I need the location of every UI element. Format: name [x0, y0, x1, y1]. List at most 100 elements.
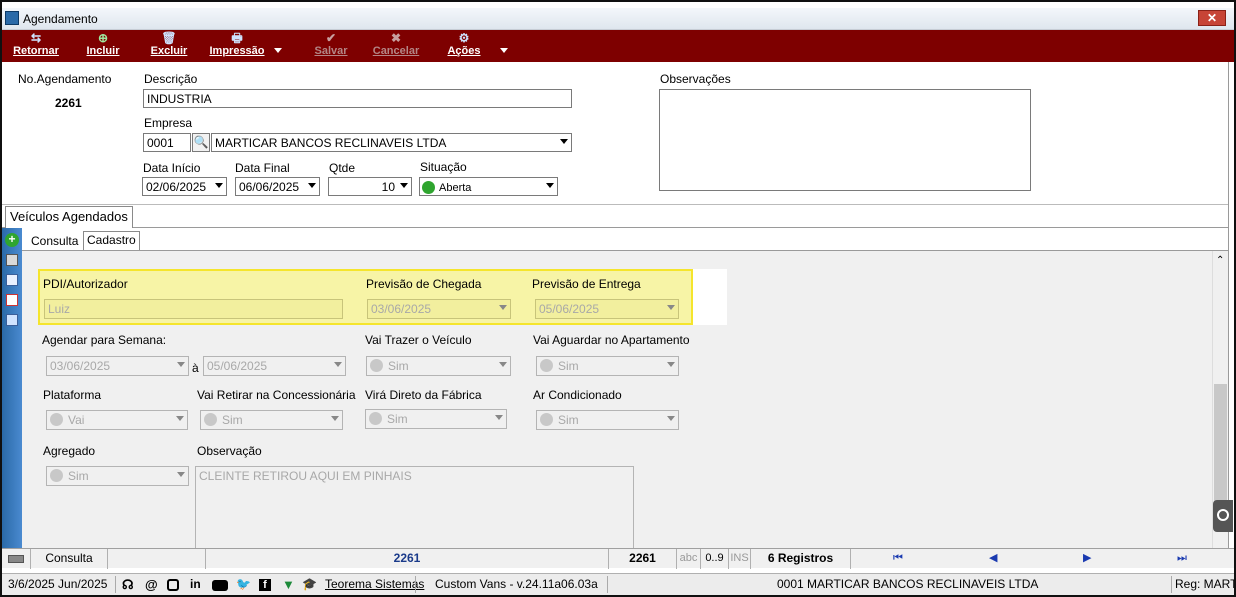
radio-icon	[50, 413, 63, 426]
observacoes-textarea[interactable]	[659, 89, 1031, 191]
add-icon[interactable]: +	[5, 233, 19, 247]
radio-icon	[204, 413, 217, 426]
prev-chegada-label: Previsão de Chegada	[366, 277, 482, 291]
agendar-to-input[interactable]: 05/06/2025	[203, 356, 346, 376]
acoes-dropdown-icon[interactable]	[500, 48, 508, 53]
headset-icon[interactable]: ☊	[122, 577, 134, 593]
ar-select[interactable]: Sim	[536, 410, 679, 430]
data-final-input[interactable]: 06/06/2025	[235, 177, 320, 196]
trazer-select[interactable]: Sim	[366, 356, 511, 376]
chevron-down-icon	[667, 416, 675, 421]
impressao-button[interactable]: 🖶 Impressão	[206, 30, 268, 62]
status-digits: 0..9	[700, 549, 728, 569]
grid-icon[interactable]	[6, 294, 18, 306]
no-agendamento-value: 2261	[55, 96, 82, 110]
window-title: Agendamento	[23, 12, 98, 26]
linkedin-icon[interactable]: in	[190, 577, 201, 591]
fabrica-text: Sim	[387, 412, 408, 426]
prev-entrega-label: Previsão de Entrega	[532, 277, 641, 291]
ar-text: Sim	[558, 413, 579, 427]
edit-icon[interactable]	[6, 274, 18, 286]
agendar-to-text: 05/06/2025	[207, 359, 268, 373]
graduation-cap-icon: 🎓	[302, 577, 317, 591]
tab-line	[2, 227, 1229, 228]
nav-group: ⏮ ◀ ▶ ⏭	[850, 549, 1234, 569]
at-icon[interactable]: @	[145, 577, 158, 592]
reg-text: Reg: MARTI	[1175, 577, 1236, 591]
keyboard-icon[interactable]	[2, 549, 30, 569]
trazer-text: Sim	[388, 359, 409, 373]
agregado-label: Agregado	[43, 444, 96, 458]
gear-icon: ⚙	[458, 31, 470, 45]
chevron-down-icon	[177, 362, 185, 367]
bottom-bar: 3/6/2025 Jun/2025 ☊ @ in 🐦 f ▼ 🎓 Teorema…	[2, 573, 1236, 595]
empresa-name-select[interactable]: MARTICAR BANCOS RECLINAVEIS LTDA	[211, 133, 572, 152]
cancelar-label: Cancelar	[372, 45, 420, 57]
data-inicio-input[interactable]: 02/06/2025	[142, 177, 227, 196]
teorema-logo-icon: ▼	[282, 577, 295, 592]
teorema-link[interactable]: Teorema Sistemas	[325, 577, 424, 591]
acoes-button[interactable]: ⚙ Ações	[444, 30, 484, 62]
incluir-label: Incluir	[86, 45, 120, 57]
no-agendamento-label: No.Agendamento	[18, 72, 112, 86]
fabrica-select[interactable]: Sim	[365, 409, 507, 429]
excluir-label: Excluir	[150, 45, 188, 57]
situacao-select[interactable]: Aberta	[419, 177, 558, 196]
search-icon[interactable]: 🔍	[192, 133, 210, 152]
qtde-input[interactable]: 10	[328, 177, 412, 196]
retornar-button[interactable]: ⇆ Retornar	[10, 30, 62, 62]
prev-chegada-input[interactable]: 03/06/2025	[367, 299, 511, 319]
instagram-icon[interactable]	[167, 579, 179, 591]
retornar-label: Retornar	[13, 45, 59, 57]
youtube-icon[interactable]	[212, 580, 228, 591]
acoes-label: Ações	[447, 45, 481, 57]
retirar-select[interactable]: Sim	[200, 410, 343, 430]
side-handle[interactable]	[1213, 500, 1233, 532]
next-record-icon[interactable]: ▶	[1083, 549, 1091, 568]
empresa-code-input[interactable]: 0001	[143, 133, 191, 152]
version-text: Custom Vans - v.24.11a06.03a	[435, 577, 598, 591]
close-button[interactable]: ✕	[1198, 10, 1226, 26]
agendar-label: Agendar para Semana:	[42, 333, 167, 347]
agregado-select[interactable]: Sim	[46, 466, 189, 486]
prev-entrega-input[interactable]: 05/06/2025	[535, 299, 679, 319]
first-record-icon[interactable]: ⏮	[893, 549, 903, 568]
data-inicio-text: 02/06/2025	[146, 180, 207, 194]
cancelar-button[interactable]: ✖ Cancelar	[370, 30, 422, 62]
agendar-from-input[interactable]: 03/06/2025	[46, 356, 189, 376]
scrollbar-thumb[interactable]	[1214, 384, 1227, 504]
settings-icon[interactable]	[6, 314, 18, 326]
observacao-textarea[interactable]: CLEINTE RETIROU AQUI EM PINHAIS	[195, 466, 634, 548]
tab-cadastro[interactable]: Cadastro	[83, 231, 140, 251]
impressao-dropdown-icon[interactable]	[274, 48, 282, 53]
salvar-button[interactable]: ✔ Salvar	[308, 30, 354, 62]
return-icon: ⇆	[30, 31, 42, 45]
excluir-button[interactable]: 🗑 Excluir	[148, 30, 190, 62]
printer-icon: 🖶	[231, 31, 243, 45]
last-record-icon[interactable]: ⏭	[1177, 549, 1187, 568]
side-toolbar: +	[2, 228, 22, 548]
chevron-down-icon	[215, 183, 223, 188]
incluir-button[interactable]: ⊕ Incluir	[82, 30, 124, 62]
data-inicio-label: Data Início	[143, 161, 201, 175]
pdi-input[interactable]: Luiz	[44, 299, 343, 319]
pdi-label: PDI/Autorizador	[43, 277, 128, 291]
situacao-text: Aberta	[439, 182, 472, 194]
plataforma-label: Plataforma	[43, 388, 102, 402]
cancel-icon: ✖	[390, 31, 402, 45]
tab-veiculos-agendados[interactable]: Veículos Agendados	[5, 206, 133, 228]
radio-icon	[50, 469, 63, 482]
retirar-label: Vai Retirar na Concessionária	[197, 388, 356, 402]
plataforma-select[interactable]: Vai	[46, 410, 188, 430]
tab-consulta[interactable]: Consulta	[27, 232, 83, 250]
aguardar-select[interactable]: Sim	[536, 356, 679, 376]
trash-icon[interactable]	[6, 254, 18, 266]
prev-record-icon[interactable]: ◀	[989, 549, 997, 568]
scroll-up-icon[interactable]: ⌃	[1216, 255, 1224, 266]
facebook-icon[interactable]: f	[259, 579, 271, 591]
chevron-down-icon	[499, 305, 507, 310]
twitter-icon[interactable]: 🐦	[236, 577, 251, 591]
status-cell-empty	[107, 549, 205, 569]
descricao-input[interactable]: INDUSTRIA	[143, 89, 572, 108]
minus-circle-icon	[1217, 509, 1229, 521]
